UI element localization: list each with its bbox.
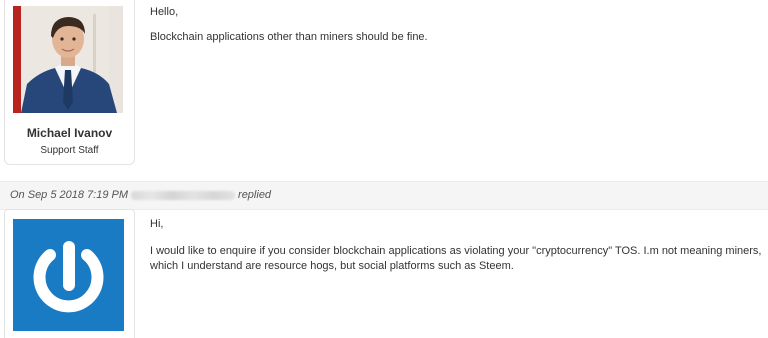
staff-greeting: Hello, [150,6,179,18]
staff-message-body: Hello, Blockchain applications other tha… [150,6,750,43]
customer-greeting: Hi, [150,218,164,230]
customer-message-body: Hi, I would like to enquire if you consi… [150,217,762,274]
person-photo-icon [13,6,123,113]
redacted-email [131,190,236,200]
staff-post: Michael Ivanov Support Staff Hello, Bloc… [0,0,768,180]
customer-avatar [13,219,124,331]
customer-message: I would like to enquire if you consider … [150,245,762,272]
ticket-thread: Michael Ivanov Support Staff Hello, Bloc… [0,0,768,338]
reply-verb: replied [238,189,272,201]
author-name: Michael Ivanov [26,126,113,140]
staff-avatar [13,6,123,113]
reply-date: On Sep 5 2018 7:19 PM [10,189,129,201]
author-role: Support Staff [40,145,99,156]
reply-header: On Sep 5 2018 7:19 PM replied [0,181,768,210]
customer-author-card [4,209,135,338]
power-icon [13,219,124,331]
author-card: Michael Ivanov Support Staff [4,0,135,165]
staff-message: Blockchain applications other than miner… [150,31,428,43]
